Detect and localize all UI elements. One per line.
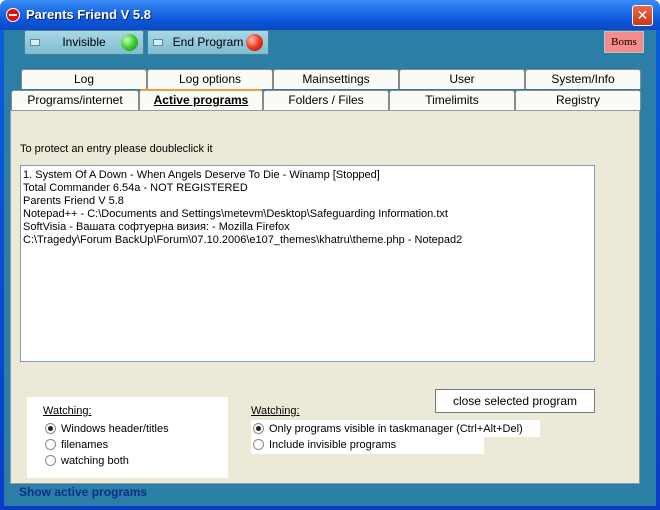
list-item[interactable]: Parents Friend V 5.8	[23, 195, 592, 208]
radio-filenames[interactable]	[45, 439, 56, 450]
end-program-button[interactable]: End Program	[147, 30, 269, 55]
app-window: Parents Friend V 5.8 ✕ Invisible End Pro…	[0, 0, 660, 510]
tab-registry[interactable]: Registry	[515, 90, 641, 110]
radio-include-invisible[interactable]	[253, 439, 264, 450]
list-item[interactable]: Total Commander 6.54a - NOT REGISTERED	[23, 182, 592, 195]
option-filenames[interactable]: filenames	[61, 438, 108, 452]
radio-watching-both[interactable]	[45, 455, 56, 466]
option-include-invisible[interactable]: Include invisible programs	[269, 438, 396, 452]
watching-mode-label: Watching:	[43, 405, 92, 417]
list-item[interactable]: Notepad++ - C:\Documents and Settings\me…	[23, 208, 592, 221]
tab-timelimits[interactable]: Timelimits	[389, 90, 515, 110]
protect-hint: To protect an entry please doubleclick i…	[20, 143, 213, 155]
radio-windows-header[interactable]	[45, 423, 56, 434]
boms-button[interactable]: Boms	[604, 31, 644, 53]
tab-log-options[interactable]: Log options	[147, 69, 273, 89]
tab-system-info[interactable]: System/Info	[525, 69, 641, 89]
green-led-icon	[121, 34, 138, 51]
window-icon	[30, 39, 40, 46]
active-programs-list[interactable]: 1. System Of A Down - When Angels Deserv…	[20, 165, 595, 362]
app-icon	[6, 8, 20, 22]
red-led-icon	[246, 34, 263, 51]
window-icon	[153, 39, 163, 46]
invisible-label: Invisible	[62, 35, 106, 49]
status-text: Show active programs	[19, 485, 148, 499]
radio-visible-only[interactable]	[253, 423, 264, 434]
tab-user[interactable]: User	[399, 69, 525, 89]
tab-log[interactable]: Log	[21, 69, 147, 89]
watching-scope-label: Watching:	[251, 405, 300, 417]
list-item[interactable]: C:\Tragedy\Forum BackUp\Forum\07.10.2006…	[23, 234, 592, 247]
option-watching-both[interactable]: watching both	[61, 454, 129, 468]
invisible-button[interactable]: Invisible	[24, 30, 144, 55]
option-visible-only[interactable]: Only programs visible in taskmanager (Ct…	[269, 422, 523, 436]
list-item[interactable]: 1. System Of A Down - When Angels Deserv…	[23, 169, 592, 182]
tab-active-programs[interactable]: Active programs	[139, 89, 263, 112]
tab-mainsettings[interactable]: Mainsettings	[273, 69, 399, 89]
close-selected-program-button[interactable]: close selected program	[435, 389, 595, 413]
window-title: Parents Friend V 5.8	[26, 7, 151, 22]
close-window-button[interactable]: ✕	[632, 5, 653, 26]
tab-programs-internet[interactable]: Programs/internet	[11, 90, 139, 110]
tab-folders-files[interactable]: Folders / Files	[263, 90, 389, 110]
title-bar[interactable]: Parents Friend V 5.8 ✕	[0, 0, 660, 30]
option-windows-header[interactable]: Windows header/titles	[61, 422, 169, 436]
end-program-label: End Program	[172, 35, 244, 49]
list-item[interactable]: SoftVisia - Вашата софтуерна визия: - Mo…	[23, 221, 592, 234]
